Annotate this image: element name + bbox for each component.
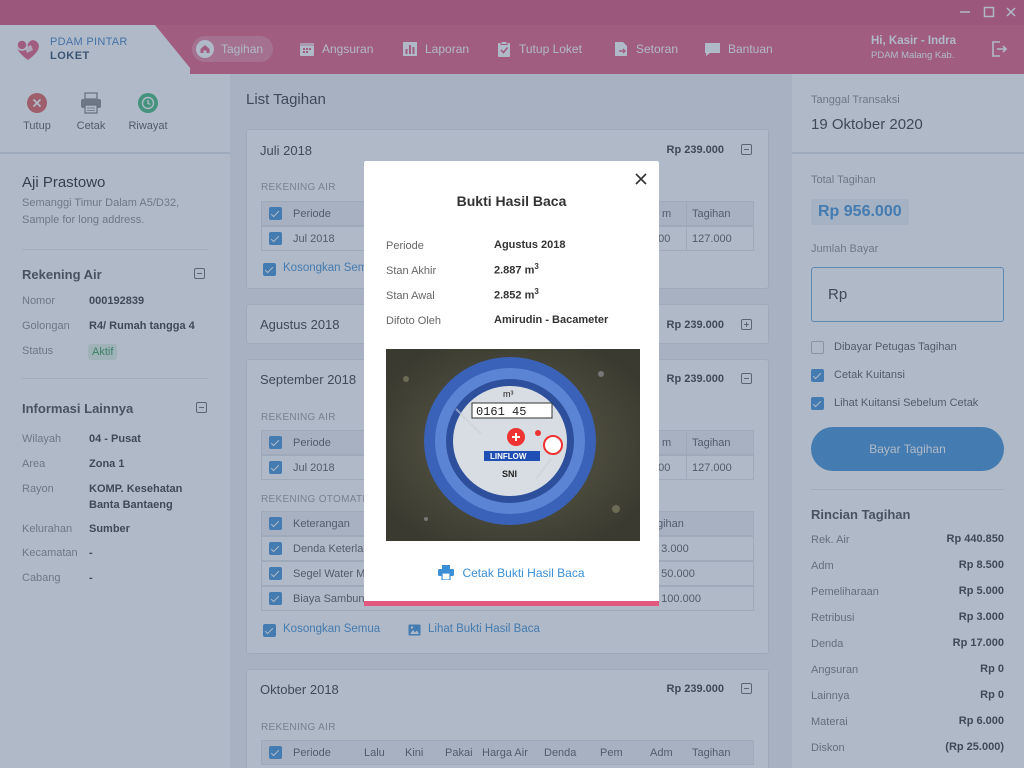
water-meter-image: 0161 45 m³ LINFLOW SNI	[386, 349, 640, 541]
meter-mark: SNI	[502, 469, 517, 479]
detail-label: Stan Awal	[386, 290, 435, 302]
stan-awal-value: 2.852 m	[494, 289, 535, 302]
meter-photo: 0161 45 m³ LINFLOW SNI	[386, 349, 640, 541]
stan-akhir-value: 2.887 m	[494, 264, 535, 277]
cetak-bukti-button[interactable]: Cetak Bukti Hasil Baca	[364, 565, 659, 580]
detail-label: Stan Akhir	[386, 265, 437, 277]
close-icon[interactable]	[634, 172, 648, 186]
unit-superscript: 3	[534, 262, 539, 271]
detail-label: Difoto Oleh	[386, 315, 442, 327]
unit-superscript: 3	[534, 287, 539, 296]
detail-value: Agustus 2018	[494, 239, 566, 251]
svg-text:m³: m³	[503, 389, 514, 399]
bukti-hasil-baca-modal: Bukti Hasil Baca Periode Agustus 2018 St…	[364, 161, 659, 606]
detail-label: Periode	[386, 240, 424, 252]
modal-accent-bar	[364, 601, 659, 606]
meter-reading: 0161 45	[476, 405, 526, 419]
detail-value-wrap: 2.852 m3	[494, 287, 539, 302]
meter-brand: LINFLOW	[490, 452, 527, 461]
cetak-bukti-label: Cetak Bukti Hasil Baca	[462, 565, 585, 580]
modal-title: Bukti Hasil Baca	[456, 193, 567, 209]
printer-icon	[438, 565, 455, 580]
detail-value: Amirudin - Bacameter	[494, 314, 609, 326]
detail-value-wrap: 2.887 m3	[494, 262, 539, 277]
